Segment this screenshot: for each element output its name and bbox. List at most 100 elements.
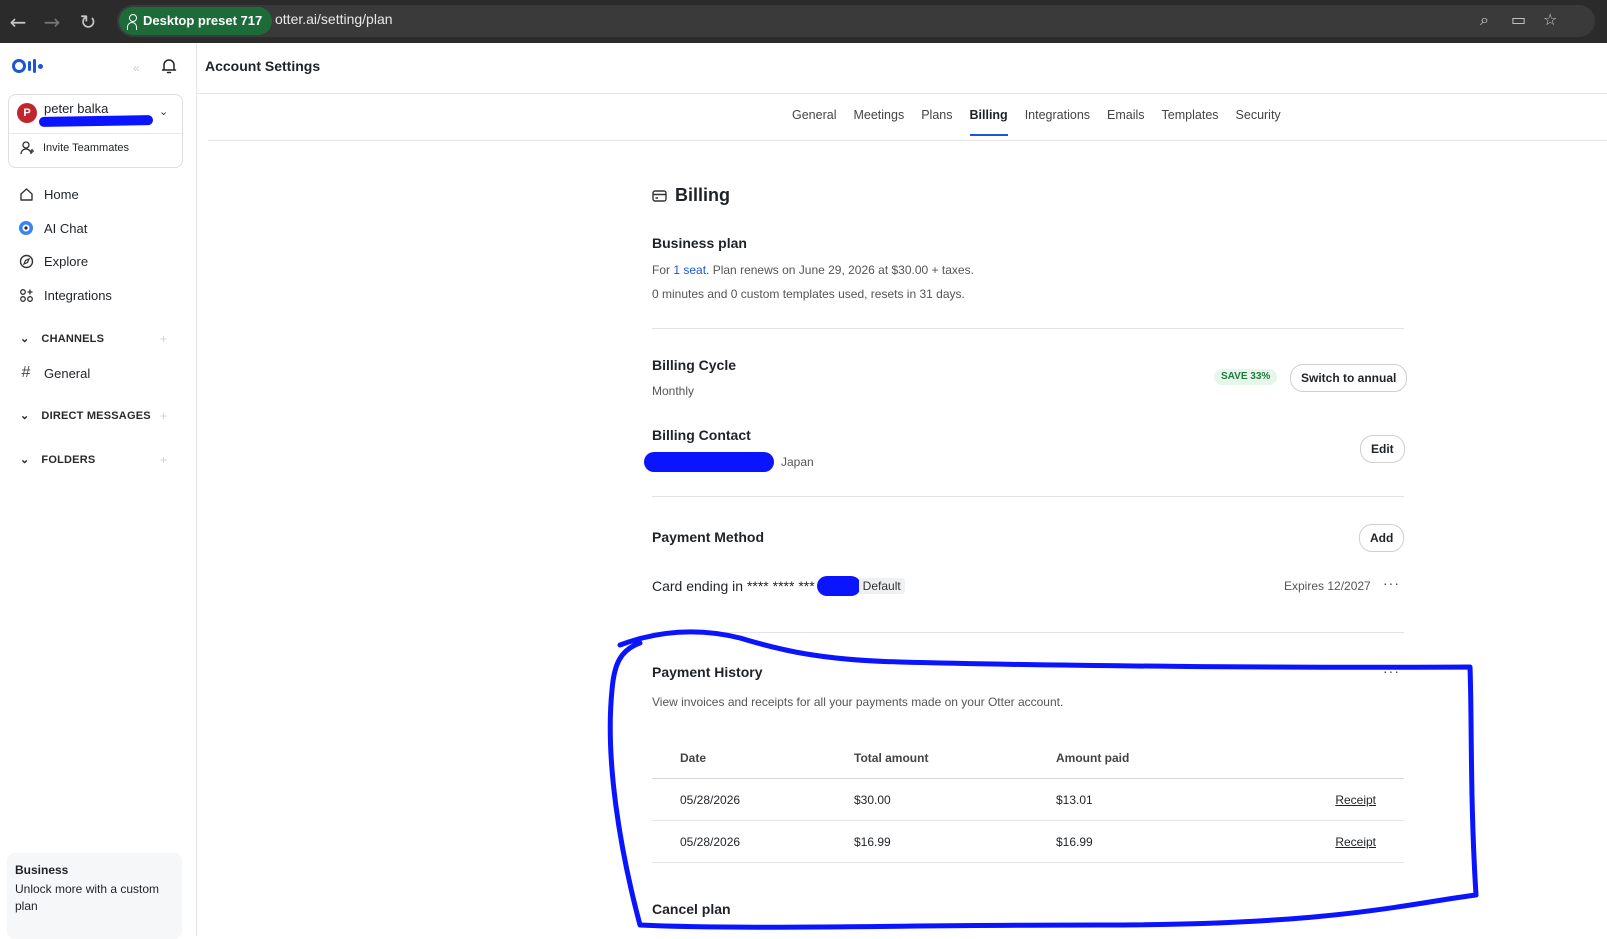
switch-to-annual-button[interactable]: Switch to annual <box>1290 364 1408 392</box>
redaction-scribble <box>38 115 154 127</box>
billing-card-icon <box>652 189 667 202</box>
divider <box>9 133 182 134</box>
cancel-plan-title: Cancel plan <box>652 901 731 917</box>
history-more-icon[interactable]: ··· <box>1383 663 1400 679</box>
redaction-scribble <box>816 576 861 596</box>
hash-icon: # <box>21 364 31 381</box>
url-text[interactable]: otter.ai/setting/plan <box>275 11 393 27</box>
sidebar-item-label: General <box>44 365 91 381</box>
bell-icon[interactable] <box>160 57 178 75</box>
payment-history-title: Payment History <box>652 664 763 680</box>
column-header-paid: Amount paid <box>1055 738 1257 779</box>
tab-integrations[interactable]: Integrations <box>1025 108 1090 136</box>
promo-text: Unlock more with a custom plan <box>15 882 160 913</box>
chevron-down-icon[interactable]: ⌄ <box>20 453 29 466</box>
person-icon <box>127 14 137 30</box>
page-title: Account Settings <box>205 58 321 74</box>
apps-icon <box>18 287 34 303</box>
tab-meetings[interactable]: Meetings <box>853 108 904 136</box>
sidebar-item-label: Explore <box>44 253 89 269</box>
edit-contact-button[interactable]: Edit <box>1360 435 1405 463</box>
direct-messages-section[interactable]: ⌄ DIRECT MESSAGES + <box>20 409 167 423</box>
compass-icon <box>18 253 34 269</box>
redaction-scribble <box>644 452 774 472</box>
card-more-icon[interactable]: ··· <box>1383 575 1400 591</box>
billing-cycle-value: Monthly <box>652 384 695 398</box>
contact-country: Japan <box>781 455 814 469</box>
table-row: 05/28/2026 $30.00 $13.01 Receipt <box>652 778 1404 821</box>
billing-contact-title: Billing Contact <box>652 427 751 443</box>
plan-prefix: For <box>652 263 674 277</box>
usage-text: 0 minutes and 0 custom templates used, r… <box>652 287 965 301</box>
tab-billing[interactable]: Billing <box>969 108 1008 136</box>
add-channel-icon[interactable]: + <box>160 332 167 346</box>
payment-method-title: Payment Method <box>652 529 765 545</box>
section-heading: Billing <box>652 185 730 206</box>
browser-toolbar: ← → ↻ Desktop preset 717 otter.ai/settin… <box>0 0 1607 43</box>
payment-history-table: Date Total amount Amount paid 05/28/2026… <box>652 738 1404 863</box>
settings-tabs: General Meetings Plans Billing Integrati… <box>792 108 1298 136</box>
sidebar-item-integrations[interactable]: Integrations <box>18 287 112 303</box>
sidebar-item-ai-chat[interactable]: AI Chat <box>18 220 87 236</box>
sidebar-item-label: Integrations <box>44 287 112 303</box>
user-name: peter balka <box>44 101 109 116</box>
plan-suffix: . Plan renews on June 29, 2026 at $30.00… <box>706 263 974 277</box>
add-folder-icon[interactable]: + <box>160 453 167 467</box>
add-user-icon <box>20 141 34 155</box>
table-header-row: Date Total amount Amount paid <box>652 738 1404 779</box>
chevron-down-icon[interactable]: ⌄ <box>20 409 29 422</box>
sidebar-item-home[interactable]: Home <box>18 186 79 202</box>
otter-logo[interactable] <box>12 59 43 73</box>
reload-icon[interactable]: ↻ <box>75 9 101 35</box>
bookmark-star-icon[interactable]: ☆ <box>1543 10 1557 29</box>
card-icon[interactable]: ▭ <box>1511 10 1526 29</box>
section-label: FOLDERS <box>41 453 96 466</box>
sidebar-item-explore[interactable]: Explore <box>18 253 88 269</box>
receipt-link[interactable]: Receipt <box>1335 793 1376 807</box>
zoom-icon[interactable]: ⌕ <box>1480 10 1489 30</box>
chevron-down-icon[interactable]: ⌄ <box>159 105 168 118</box>
folders-section[interactable]: ⌄ FOLDERS + <box>20 453 167 467</box>
divider <box>197 93 1607 94</box>
device-preset-chip[interactable]: Desktop preset 717 <box>119 7 273 35</box>
avatar: P <box>17 103 37 123</box>
invite-teammates-button[interactable]: Invite Teammates <box>20 141 129 155</box>
plan-name: Business plan <box>652 235 747 251</box>
divider <box>652 496 1404 497</box>
tab-general[interactable]: General <box>792 108 836 136</box>
invite-label: Invite Teammates <box>43 142 130 154</box>
chevron-down-icon[interactable]: ⌄ <box>20 332 29 345</box>
column-header-action <box>1257 738 1404 779</box>
tab-security[interactable]: Security <box>1236 108 1281 136</box>
payment-paid: $16.99 <box>1055 820 1257 863</box>
seat-link[interactable]: 1 seat <box>673 263 706 277</box>
add-payment-button[interactable]: Add <box>1359 524 1405 552</box>
payment-total: $16.99 <box>853 820 1055 863</box>
divider <box>652 632 1404 633</box>
user-switcher[interactable]: P peter balka ⌄ Invite Teammates <box>8 94 183 168</box>
section-label: DIRECT MESSAGES <box>41 409 151 422</box>
forward-icon[interactable]: → <box>39 9 65 35</box>
collapse-sidebar-icon[interactable]: « <box>133 61 140 75</box>
tab-templates[interactable]: Templates <box>1162 108 1219 136</box>
tab-plans[interactable]: Plans <box>921 108 952 136</box>
billing-cycle-title: Billing Cycle <box>652 357 737 373</box>
payment-total: $30.00 <box>853 778 1055 821</box>
channels-section[interactable]: ⌄ CHANNELS + <box>20 332 167 346</box>
payment-date: 05/28/2026 <box>652 778 853 821</box>
tab-emails[interactable]: Emails <box>1107 108 1145 136</box>
receipt-link[interactable]: Receipt <box>1335 835 1376 849</box>
back-icon[interactable]: ← <box>5 9 31 35</box>
sidebar-item-channel-general[interactable]: # General <box>18 364 91 381</box>
sidebar: « P peter balka ⌄ Invite Teammates Home … <box>0 43 197 939</box>
payment-date: 05/28/2026 <box>652 820 853 863</box>
card-expiry: Expires 12/2027 <box>1284 579 1371 593</box>
column-header-total: Total amount <box>853 738 1055 779</box>
payment-history-description: View invoices and receipts for all your … <box>652 695 1064 709</box>
upgrade-promo[interactable]: Business Unlock more with a custom plan <box>7 853 182 939</box>
section-label: CHANNELS <box>41 332 105 345</box>
default-tag: Default <box>858 578 905 594</box>
column-header-date: Date <box>652 738 853 779</box>
add-dm-icon[interactable]: + <box>160 409 167 423</box>
save-badge: SAVE 33% <box>1214 369 1278 385</box>
